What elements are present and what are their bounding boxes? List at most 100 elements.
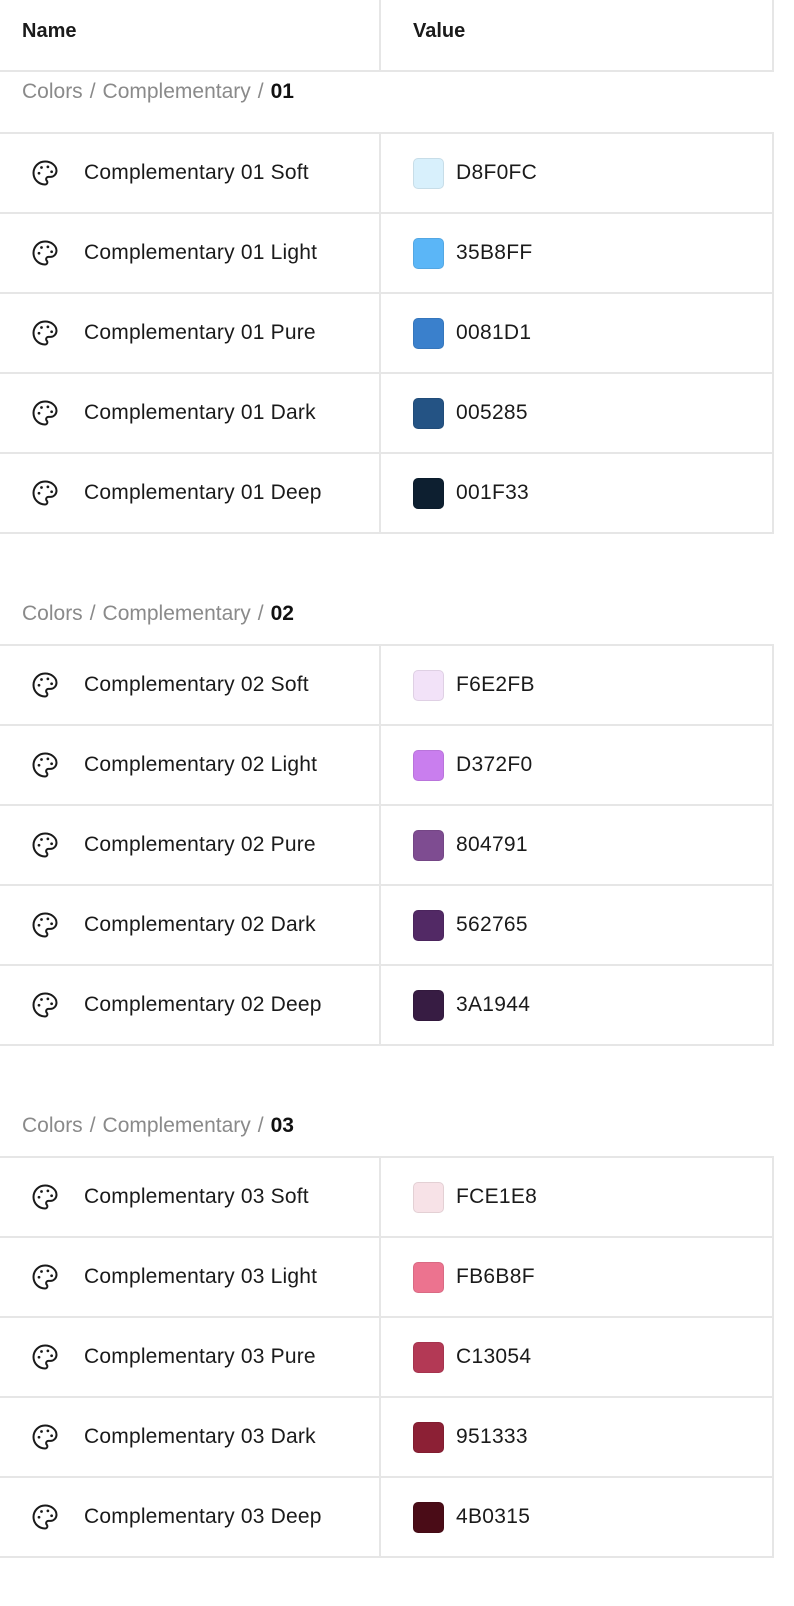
- token-value-cell: D8F0FC: [381, 134, 774, 212]
- breadcrumb-separator: /: [89, 1114, 96, 1137]
- hex-value: 3A1944: [456, 993, 531, 1016]
- token-value-cell: FCE1E8: [381, 1158, 774, 1236]
- palette-icon: [30, 1502, 60, 1532]
- hex-value: 951333: [456, 1425, 528, 1448]
- table-row[interactable]: Complementary 03 Dark 951333: [0, 1398, 774, 1478]
- color-swatch[interactable]: [413, 157, 444, 189]
- breadcrumb-separator: /: [257, 1114, 264, 1137]
- token-name-cell: Complementary 02 Deep: [0, 966, 381, 1044]
- color-swatch[interactable]: [413, 477, 444, 509]
- hex-value: C13054: [456, 1345, 532, 1368]
- table-row[interactable]: Complementary 01 Deep 001F33: [0, 454, 774, 534]
- palette-icon: [30, 238, 60, 268]
- table-row[interactable]: Complementary 02 Deep 3A1944: [0, 966, 774, 1046]
- color-swatch[interactable]: [413, 669, 444, 701]
- color-swatch[interactable]: [413, 909, 444, 941]
- color-swatch[interactable]: [413, 1181, 444, 1213]
- breadcrumb-current: 02: [270, 602, 294, 625]
- hex-value: 562765: [456, 913, 528, 936]
- token-name-cell: Complementary 01 Dark: [0, 374, 381, 452]
- palette-icon: [30, 318, 60, 348]
- table-row[interactable]: Complementary 02 Dark 562765: [0, 886, 774, 966]
- token-value-cell: FB6B8F: [381, 1238, 774, 1316]
- palette-icon: [30, 1342, 60, 1372]
- table-row[interactable]: Complementary 01 Dark 005285: [0, 374, 774, 454]
- token-value-cell: 4B0315: [381, 1478, 774, 1556]
- table-row[interactable]: Complementary 01 Soft D8F0FC: [0, 134, 774, 214]
- table-row[interactable]: Complementary 03 Deep 4B0315: [0, 1478, 774, 1558]
- palette-icon: [30, 910, 60, 940]
- breadcrumb-item[interactable]: Complementary: [103, 80, 251, 104]
- hex-value: F6E2FB: [456, 673, 535, 696]
- color-swatch[interactable]: [413, 237, 444, 269]
- palette-icon: [30, 830, 60, 860]
- table-row[interactable]: Complementary 01 Pure 0081D1: [0, 294, 774, 374]
- token-name: Complementary 02 Light: [84, 753, 318, 776]
- token-name-cell: Complementary 03 Light: [0, 1238, 381, 1316]
- breadcrumb-separator: /: [257, 80, 264, 103]
- token-name: Complementary 01 Soft: [84, 161, 309, 184]
- hex-value: D372F0: [456, 753, 533, 776]
- breadcrumb-separator: /: [89, 602, 96, 625]
- table-header: Name Value: [0, 0, 774, 72]
- group-breadcrumb: Colors / Complementary / 03: [0, 1046, 774, 1158]
- token-name: Complementary 01 Pure: [84, 321, 316, 344]
- table-row[interactable]: Complementary 03 Light FB6B8F: [0, 1238, 774, 1318]
- color-swatch[interactable]: [413, 1421, 444, 1453]
- token-value-cell: 804791: [381, 806, 774, 884]
- token-name: Complementary 03 Light: [84, 1265, 318, 1288]
- breadcrumb-item[interactable]: Complementary: [103, 602, 251, 626]
- hex-value: FB6B8F: [456, 1265, 535, 1288]
- table-row[interactable]: Complementary 03 Pure C13054: [0, 1318, 774, 1398]
- token-value-cell: 3A1944: [381, 966, 774, 1044]
- group-breadcrumb: Colors / Complementary / 01: [0, 72, 774, 134]
- token-name-cell: Complementary 01 Soft: [0, 134, 381, 212]
- token-name: Complementary 03 Soft: [84, 1185, 309, 1208]
- palette-icon: [30, 1422, 60, 1452]
- color-swatch[interactable]: [413, 1261, 444, 1293]
- token-name: Complementary 01 Dark: [84, 401, 316, 424]
- breadcrumb-item[interactable]: Complementary: [103, 1114, 251, 1138]
- token-name: Complementary 01 Light: [84, 241, 318, 264]
- token-name: Complementary 03 Pure: [84, 1345, 316, 1368]
- breadcrumb-current: 01: [270, 80, 294, 103]
- color-swatch[interactable]: [413, 989, 444, 1021]
- breadcrumb-item[interactable]: Colors: [22, 80, 83, 104]
- breadcrumb-item[interactable]: Colors: [22, 602, 83, 626]
- table-row[interactable]: Complementary 02 Light D372F0: [0, 726, 774, 806]
- hex-value: 005285: [456, 401, 528, 424]
- color-swatch[interactable]: [413, 749, 444, 781]
- token-name: Complementary 02 Pure: [84, 833, 316, 856]
- table-row[interactable]: Complementary 02 Soft F6E2FB: [0, 646, 774, 726]
- token-value-cell: D372F0: [381, 726, 774, 804]
- color-swatch[interactable]: [413, 1341, 444, 1373]
- palette-icon: [30, 478, 60, 508]
- table-row[interactable]: Complementary 03 Soft FCE1E8: [0, 1158, 774, 1238]
- color-swatch[interactable]: [413, 829, 444, 861]
- token-value-cell: 001F33: [381, 454, 774, 532]
- token-value-cell: 562765: [381, 886, 774, 964]
- table-row[interactable]: Complementary 01 Light 35B8FF: [0, 214, 774, 294]
- token-name-cell: Complementary 02 Pure: [0, 806, 381, 884]
- breadcrumb-item[interactable]: Colors: [22, 1114, 83, 1138]
- hex-value: 0081D1: [456, 321, 532, 344]
- column-header-name[interactable]: Name: [0, 0, 381, 70]
- hex-value: D8F0FC: [456, 161, 538, 184]
- hex-value: FCE1E8: [456, 1185, 538, 1208]
- token-groups: Colors / Complementary / 01 Complementary 01…: [0, 72, 774, 1558]
- column-header-value[interactable]: Value: [381, 0, 774, 70]
- token-name-cell: Complementary 01 Light: [0, 214, 381, 292]
- token-value-cell: F6E2FB: [381, 646, 774, 724]
- color-swatch[interactable]: [413, 317, 444, 349]
- token-value-cell: 951333: [381, 1398, 774, 1476]
- breadcrumb-separator: /: [89, 80, 96, 103]
- color-swatch[interactable]: [413, 1501, 444, 1533]
- color-swatch[interactable]: [413, 397, 444, 429]
- token-name: Complementary 01 Deep: [84, 481, 322, 504]
- token-name-cell: Complementary 01 Deep: [0, 454, 381, 532]
- palette-icon: [30, 1262, 60, 1292]
- token-value-cell: C13054: [381, 1318, 774, 1396]
- token-name: Complementary 02 Dark: [84, 913, 316, 936]
- table-row[interactable]: Complementary 02 Pure 804791: [0, 806, 774, 886]
- token-name-cell: Complementary 01 Pure: [0, 294, 381, 372]
